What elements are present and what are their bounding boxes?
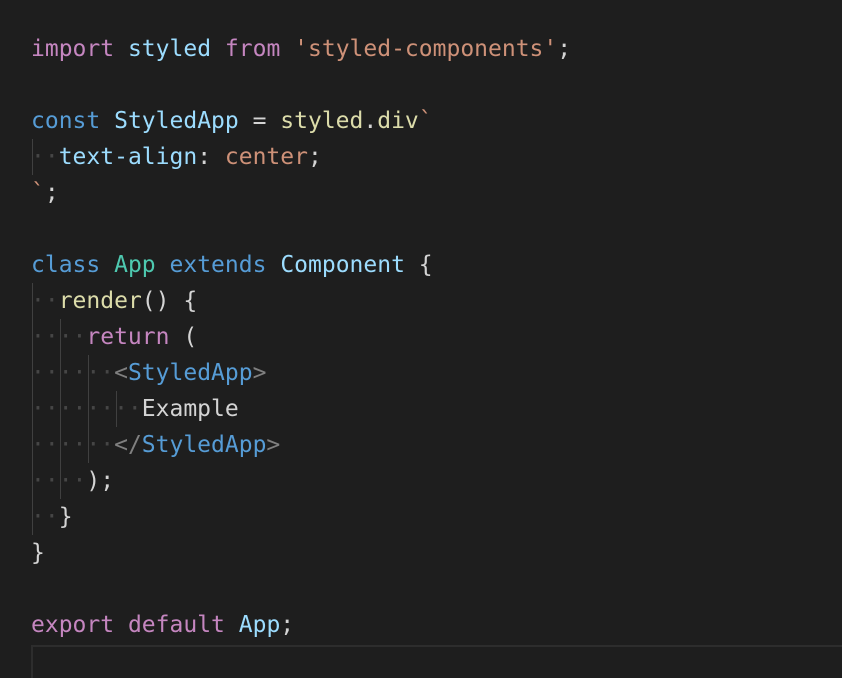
code-token: return	[86, 324, 170, 350]
code-token: ··	[31, 144, 59, 170]
code-line: ····);	[31, 463, 114, 499]
code-line: ····return (	[31, 319, 197, 355]
code-line: ······<StyledApp>	[31, 355, 266, 391]
current-line-highlight	[31, 645, 842, 678]
code-token: App	[114, 252, 156, 278]
code-line: }	[31, 535, 45, 571]
code-token: text-align	[58, 144, 198, 170]
code-token: <	[114, 360, 128, 386]
code-line: ········Example	[31, 391, 239, 427]
code-token: App	[238, 612, 281, 638]
code-token: Example	[141, 396, 239, 422]
code-token: );	[86, 468, 115, 494]
code-token: default	[127, 612, 225, 638]
code-token: ······	[31, 360, 115, 386]
code-line: ··}	[31, 499, 73, 535]
code-token: StyledApp	[114, 108, 239, 134]
code-token: =	[238, 108, 281, 134]
code-token: ;	[44, 180, 59, 206]
code-token: :	[197, 144, 225, 170]
indent-guide	[60, 319, 61, 499]
code-token: extends	[169, 252, 267, 278]
code-token: render	[58, 288, 142, 314]
code-editor[interactable]: import styled from 'styled-components'; c…	[0, 0, 842, 678]
code-token: () {	[141, 288, 198, 314]
code-token: ········	[31, 396, 142, 422]
code-token: Component	[280, 252, 405, 278]
code-token: >	[266, 432, 281, 458]
code-token: >	[252, 360, 267, 386]
code-line: ··text-align: center;	[31, 139, 322, 175]
indent-guide	[32, 139, 33, 175]
code-line: `;	[31, 175, 59, 211]
code-line: ······</StyledApp>	[31, 427, 280, 463]
code-line: import styled from 'styled-components';	[31, 31, 571, 67]
code-token: class	[31, 252, 101, 278]
code-token: import	[31, 36, 115, 62]
code-token: ··	[31, 504, 59, 530]
code-token: StyledApp	[141, 432, 267, 458]
code-token: 'styled-components'	[294, 36, 558, 62]
code-token: export	[31, 612, 115, 638]
code-token: StyledApp	[127, 360, 253, 386]
code-line: ··render() {	[31, 283, 197, 319]
indent-guide	[32, 283, 33, 535]
code-token: ;	[280, 612, 295, 638]
code-token: const	[31, 108, 101, 134]
code-token: }	[58, 504, 73, 530]
code-token: from	[224, 36, 281, 62]
code-token: (	[169, 324, 198, 350]
code-token: center	[224, 144, 308, 170]
code-token: div	[377, 108, 419, 134]
code-token: ;	[307, 144, 322, 170]
code-token: .	[363, 108, 378, 134]
code-token: {	[404, 252, 433, 278]
code-token: }	[31, 540, 45, 566]
code-token: styled	[280, 108, 364, 134]
code-token: `	[31, 180, 45, 206]
indent-guide	[116, 391, 117, 427]
code-token: ;	[557, 36, 572, 62]
code-token: </	[114, 432, 142, 458]
code-line: const StyledApp = styled.div`	[31, 103, 433, 139]
code-token: ····	[31, 324, 87, 350]
code-line: export default App;	[31, 607, 294, 643]
code-token: ····	[31, 468, 87, 494]
code-token: `	[418, 108, 433, 134]
code-line: class App extends Component {	[31, 247, 433, 283]
indent-guide	[88, 355, 89, 463]
code-token: ······	[31, 432, 115, 458]
code-token: styled	[127, 36, 212, 62]
code-token: ··	[31, 288, 59, 314]
